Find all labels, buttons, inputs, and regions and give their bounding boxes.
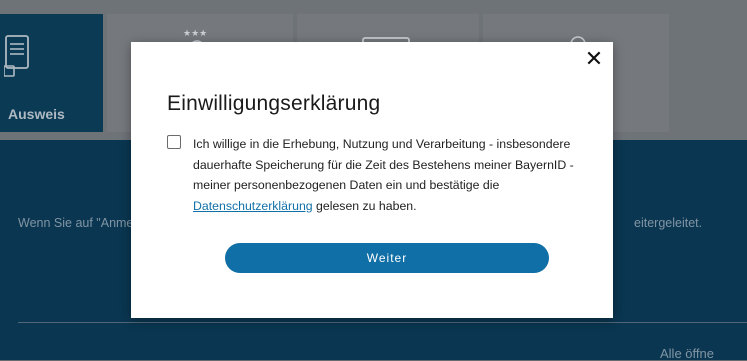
dialog-title: Einwilligungserklärung (167, 92, 381, 115)
login-info-text-left: Wenn Sie auf "Anme (18, 216, 134, 230)
close-icon[interactable]: ✕ (583, 48, 605, 70)
tab-ausweis[interactable]: Ausweis (0, 14, 103, 132)
continue-button[interactable]: Weiter (225, 243, 549, 273)
consent-text: Ich willige in die Erhebung, Nutzung und… (193, 134, 603, 216)
section-divider (18, 322, 747, 323)
svg-text:★★★: ★★★ (183, 29, 207, 39)
privacy-policy-link[interactable]: Datenschutzerklärung (193, 199, 313, 213)
consent-text-body: Ich willige in die Erhebung, Nutzung und… (193, 137, 574, 192)
consent-checkbox[interactable] (167, 135, 181, 149)
tab-ausweis-label: Ausweis (8, 106, 65, 122)
login-info-text-right: eitergeleitet. (634, 216, 703, 230)
consent-text-suffix: gelesen zu haben. (312, 198, 417, 213)
document-card-icon (4, 35, 29, 77)
expand-all-link[interactable]: Alle öffne (660, 346, 714, 361)
consent-dialog: ✕ Einwilligungserklärung Ich willige in … (131, 42, 613, 318)
